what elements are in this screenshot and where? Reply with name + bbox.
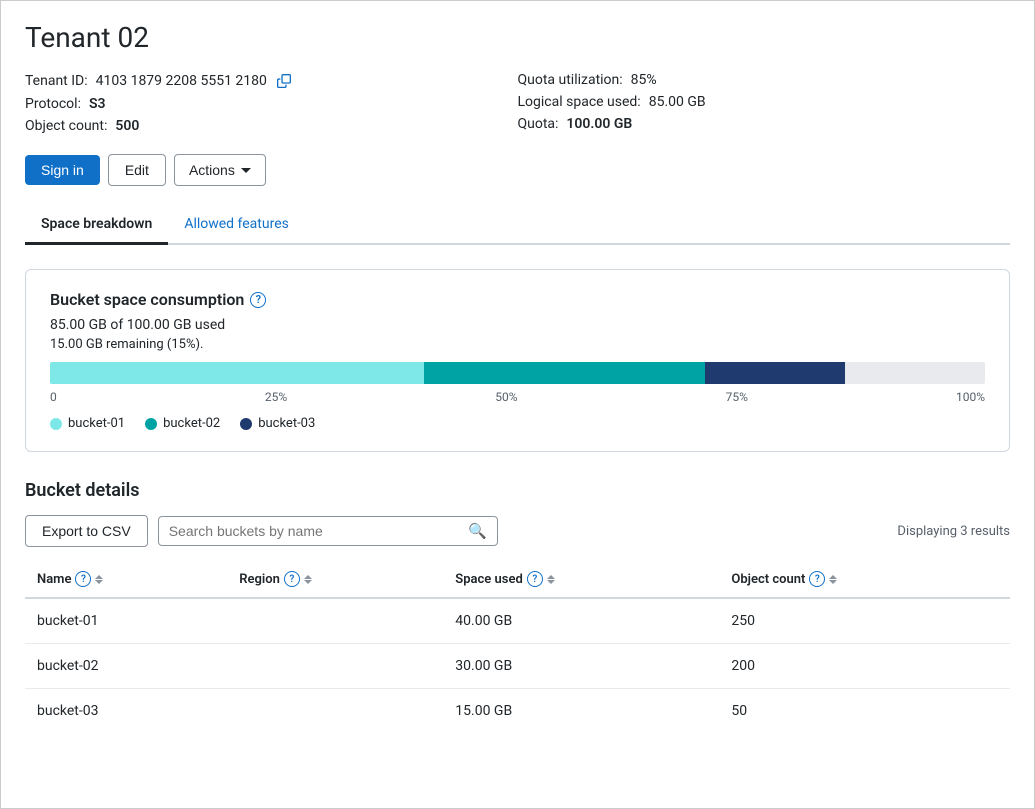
protocol-label: Protocol: bbox=[25, 96, 81, 112]
space-remaining: 15.00 GB remaining (15%). bbox=[50, 337, 985, 352]
col-region-help-icon[interactable]: ? bbox=[284, 571, 300, 587]
consumption-card: Bucket space consumption ? 85.00 GB of 1… bbox=[25, 269, 1010, 452]
actions-button[interactable]: Actions bbox=[174, 154, 266, 186]
table-header-row: Name ? Region ? bbox=[25, 561, 1010, 598]
bar-label-50: 50% bbox=[495, 390, 517, 404]
cell-objcount-0: 250 bbox=[719, 598, 1010, 644]
bar-labels: 0 25% 50% 75% 100% bbox=[50, 390, 985, 404]
col-region-sort-icon[interactable] bbox=[304, 575, 312, 584]
object-count-value: 500 bbox=[115, 118, 139, 134]
col-object-count: Object count ? bbox=[719, 561, 1010, 598]
bar-segment-bucket01 bbox=[50, 362, 424, 384]
bar-legend: bucket-01 bucket-02 bucket-03 bbox=[50, 416, 985, 431]
chevron-down-icon bbox=[241, 168, 251, 173]
cell-space-0: 40.00 GB bbox=[443, 598, 719, 644]
quota-value: 100.00 GB bbox=[566, 116, 632, 132]
bar-label-0: 0 bbox=[50, 390, 57, 404]
bar-segment-bucket03 bbox=[705, 362, 845, 384]
cell-name-2: bucket-03 bbox=[25, 689, 227, 734]
search-input[interactable] bbox=[169, 523, 462, 539]
legend-label-bucket01: bucket-01 bbox=[68, 416, 125, 431]
bar-segment-bucket02 bbox=[424, 362, 705, 384]
tenant-id-row: Tenant ID: 4103 1879 2208 5551 2180 bbox=[25, 72, 518, 90]
bar-label-100: 100% bbox=[956, 390, 985, 404]
legend-item-bucket01: bucket-01 bbox=[50, 416, 125, 431]
meta-right: Quota utilization: 85% Logical space use… bbox=[518, 72, 1011, 134]
object-count-label: Object count: bbox=[25, 118, 107, 134]
export-csv-button[interactable]: Export to CSV bbox=[25, 515, 148, 547]
logical-space-label: Logical space used: bbox=[518, 94, 641, 110]
search-icon: 🔍 bbox=[468, 522, 487, 540]
protocol-value: S3 bbox=[89, 96, 106, 112]
legend-dot-bucket02 bbox=[145, 418, 157, 430]
tenant-id-value: 4103 1879 2208 5551 2180 bbox=[96, 73, 267, 89]
table-row: bucket-03 15.00 GB 50 bbox=[25, 689, 1010, 734]
quota-util-row: Quota utilization: 85% bbox=[518, 72, 1011, 88]
legend-dot-bucket01 bbox=[50, 418, 62, 430]
cell-objcount-1: 200 bbox=[719, 644, 1010, 689]
tenant-id-label: Tenant ID: bbox=[25, 73, 88, 89]
logical-space-value: 85.00 GB bbox=[649, 94, 706, 110]
search-box: 🔍 bbox=[158, 516, 498, 546]
table-row: bucket-02 30.00 GB 200 bbox=[25, 644, 1010, 689]
col-name-sort-icon[interactable] bbox=[95, 575, 103, 584]
col-objcount-sort-icon[interactable] bbox=[829, 575, 837, 584]
legend-label-bucket02: bucket-02 bbox=[163, 416, 220, 431]
table-toolbar: Export to CSV 🔍 Displaying 3 results bbox=[25, 515, 1010, 547]
display-count: Displaying 3 results bbox=[897, 524, 1010, 539]
cell-objcount-2: 50 bbox=[719, 689, 1010, 734]
meta-left: Tenant ID: 4103 1879 2208 5551 2180 Prot… bbox=[25, 72, 518, 134]
col-name-help-icon[interactable]: ? bbox=[75, 571, 91, 587]
cell-space-2: 15.00 GB bbox=[443, 689, 719, 734]
col-space-sort-icon[interactable] bbox=[547, 575, 555, 584]
col-name: Name ? bbox=[25, 561, 227, 598]
quota-row: Quota: 100.00 GB bbox=[518, 116, 1011, 132]
tab-allowed-features[interactable]: Allowed features bbox=[168, 206, 305, 245]
action-bar: Sign in Edit Actions bbox=[25, 154, 1010, 186]
tab-space-breakdown[interactable]: Space breakdown bbox=[25, 206, 168, 245]
legend-item-bucket03: bucket-03 bbox=[240, 416, 315, 431]
protocol-row: Protocol: S3 bbox=[25, 96, 518, 112]
quota-util-label: Quota utilization: bbox=[518, 72, 623, 88]
col-objcount-help-icon[interactable]: ? bbox=[809, 571, 825, 587]
space-summary: 85.00 GB of 100.00 GB used bbox=[50, 317, 985, 333]
page-title: Tenant 02 bbox=[25, 21, 1010, 54]
cell-space-1: 30.00 GB bbox=[443, 644, 719, 689]
bucket-table: Name ? Region ? bbox=[25, 561, 1010, 733]
legend-item-bucket02: bucket-02 bbox=[145, 416, 220, 431]
bucket-details-section: Bucket details Export to CSV 🔍 Displayin… bbox=[25, 480, 1010, 733]
cell-name-1: bucket-02 bbox=[25, 644, 227, 689]
table-row: bucket-01 40.00 GB 250 bbox=[25, 598, 1010, 644]
col-region: Region ? bbox=[227, 561, 443, 598]
edit-button[interactable]: Edit bbox=[108, 154, 166, 186]
cell-region-0 bbox=[227, 598, 443, 644]
actions-label: Actions bbox=[189, 162, 235, 178]
cell-name-0: bucket-01 bbox=[25, 598, 227, 644]
quota-label: Quota: bbox=[518, 116, 559, 132]
tabs-bar: Space breakdown Allowed features bbox=[25, 206, 1010, 245]
copy-icon[interactable] bbox=[275, 72, 293, 90]
cell-region-2 bbox=[227, 689, 443, 734]
object-count-row: Object count: 500 bbox=[25, 118, 518, 134]
consumption-help-icon[interactable]: ? bbox=[250, 292, 266, 308]
logical-space-row: Logical space used: 85.00 GB bbox=[518, 94, 1011, 110]
legend-label-bucket03: bucket-03 bbox=[258, 416, 315, 431]
bar-label-75: 75% bbox=[726, 390, 748, 404]
col-space-used: Space used ? bbox=[443, 561, 719, 598]
bucket-details-title: Bucket details bbox=[25, 480, 1010, 501]
table-toolbar-left: Export to CSV 🔍 bbox=[25, 515, 498, 547]
cell-region-1 bbox=[227, 644, 443, 689]
content-area: Bucket space consumption ? 85.00 GB of 1… bbox=[25, 245, 1010, 733]
quota-util-value: 85% bbox=[631, 72, 657, 88]
legend-dot-bucket03 bbox=[240, 418, 252, 430]
col-space-help-icon[interactable]: ? bbox=[527, 571, 543, 587]
consumption-title: Bucket space consumption ? bbox=[50, 290, 985, 309]
meta-grid: Tenant ID: 4103 1879 2208 5551 2180 Prot… bbox=[25, 72, 1010, 134]
bar-label-25: 25% bbox=[265, 390, 287, 404]
sign-in-button[interactable]: Sign in bbox=[25, 155, 100, 185]
usage-bar bbox=[50, 362, 985, 384]
